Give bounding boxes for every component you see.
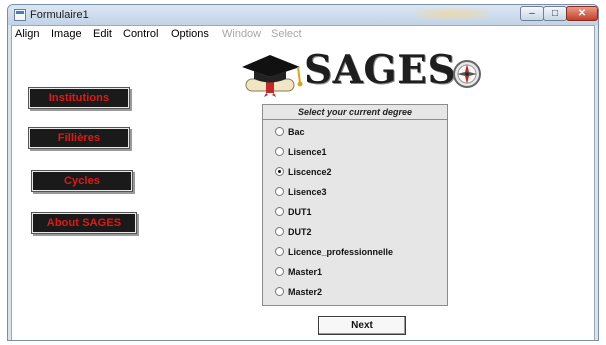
degree-option[interactable]: DUT2 xyxy=(275,225,312,239)
menu-select: Select xyxy=(271,28,302,40)
window-title: Formulaire1 xyxy=(30,9,89,21)
close-button[interactable]: ✕ xyxy=(566,6,598,21)
degree-option-label: Liscence2 xyxy=(288,167,332,177)
degree-option[interactable]: Bac xyxy=(275,125,305,139)
radio-button[interactable] xyxy=(275,147,284,157)
degree-selection-panel: Select your current degree Bac Lisence1 … xyxy=(262,104,448,306)
sages-logo: SAGES xyxy=(240,47,486,107)
degree-option-label: Lisence1 xyxy=(288,147,327,157)
degree-option-label: Licence_professionnelle xyxy=(288,247,394,257)
next-button[interactable]: Next xyxy=(318,316,406,335)
maximize-icon: □ xyxy=(551,8,559,19)
minimize-button[interactable]: – xyxy=(520,6,544,21)
title-bar[interactable]: Formulaire1 – □ ✕ xyxy=(8,5,598,25)
radio-button[interactable] xyxy=(275,187,284,197)
degree-option[interactable]: DUT1 xyxy=(275,205,312,219)
degree-panel-title: Select your current degree xyxy=(263,105,447,120)
close-icon: ✕ xyxy=(577,8,587,19)
radio-button[interactable] xyxy=(275,287,284,297)
radio-button[interactable] xyxy=(275,247,284,257)
degree-option[interactable]: Master1 xyxy=(275,265,322,279)
minimize-icon: – xyxy=(529,8,535,19)
degree-option-label: Lisence3 xyxy=(288,187,327,197)
app-window: Formulaire1 – □ ✕ Align Image Edit Contr… xyxy=(7,4,599,341)
radio-button[interactable] xyxy=(275,127,284,137)
radio-button[interactable] xyxy=(275,267,284,277)
title-bar-glow xyxy=(416,8,488,20)
menu-window: Window xyxy=(222,28,262,40)
compass-icon xyxy=(453,60,481,88)
menu-image[interactable]: Image xyxy=(51,28,82,40)
degree-option[interactable]: Licence_professionnelle xyxy=(275,245,393,259)
degree-option-label: DUT2 xyxy=(288,227,312,237)
radio-button-selected[interactable] xyxy=(275,167,284,177)
app-icon xyxy=(14,9,26,21)
radio-button[interactable] xyxy=(275,207,284,217)
degree-option[interactable]: Liscence2 xyxy=(275,165,332,179)
form-client-area: Align Image Edit Control Options Window … xyxy=(11,25,595,340)
graduation-cap-diploma-icon xyxy=(242,55,303,97)
degree-option[interactable]: Lisence1 xyxy=(275,145,327,159)
degree-option[interactable]: Lisence3 xyxy=(275,185,327,199)
menu-edit[interactable]: Edit xyxy=(93,28,112,40)
menu-options[interactable]: Options xyxy=(171,28,209,40)
menu-bar: Align Image Edit Control Options Window … xyxy=(12,26,594,42)
cycles-button[interactable]: Cycles xyxy=(32,171,132,191)
degree-option[interactable]: Master2 xyxy=(275,285,322,299)
degree-option-label: DUT1 xyxy=(288,207,312,217)
menu-align[interactable]: Align xyxy=(15,28,39,40)
fillieres-button[interactable]: Fillières xyxy=(29,128,129,148)
logo-text: SAGES xyxy=(304,47,457,93)
degree-option-label: Master1 xyxy=(288,267,323,277)
maximize-button[interactable]: □ xyxy=(543,6,567,21)
institutions-button[interactable]: Institutions xyxy=(29,88,129,108)
menu-control[interactable]: Control xyxy=(123,28,158,40)
radio-button[interactable] xyxy=(275,227,284,237)
about-sages-button[interactable]: About SAGES xyxy=(32,213,136,233)
degree-option-label: Bac xyxy=(288,127,305,137)
degree-option-label: Master2 xyxy=(288,287,323,297)
